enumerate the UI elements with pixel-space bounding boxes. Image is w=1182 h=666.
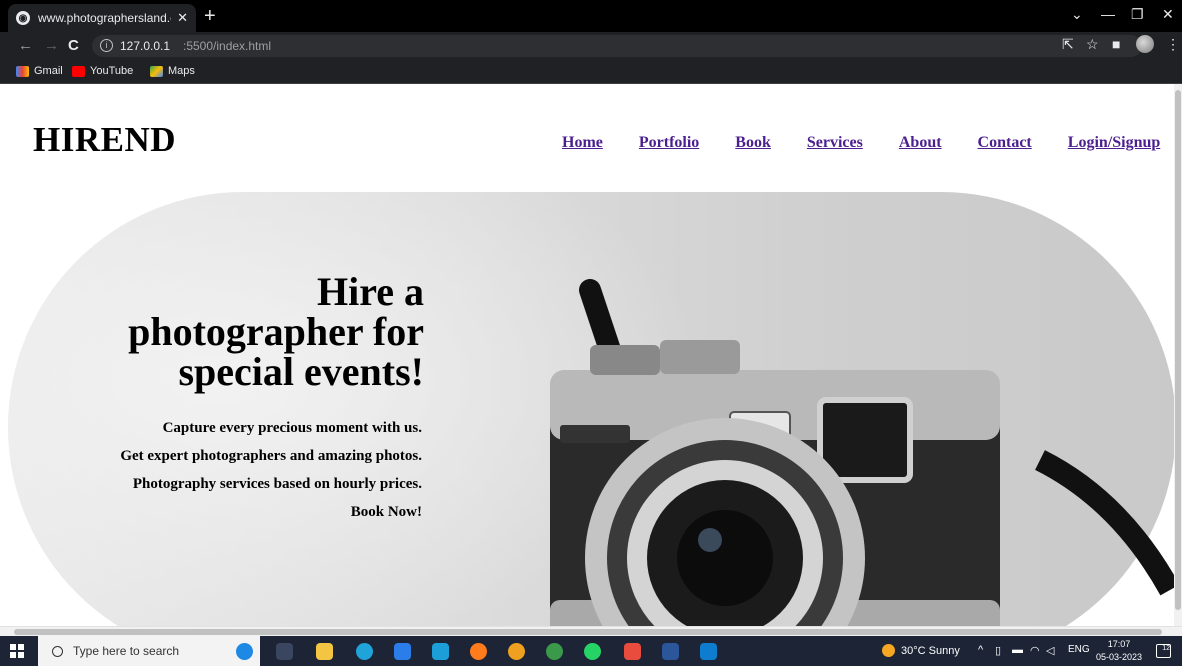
exposure-dial [660, 340, 740, 374]
info-icon[interactable]: i [100, 39, 113, 52]
vscode-icon[interactable] [700, 643, 717, 660]
url-host: 127.0.0.1 [120, 39, 171, 53]
tab-strip: ◉ www.photographersland.com ✕ + ⌄ — ❐ ✕ [0, 0, 1182, 32]
nav-login-signup[interactable]: Login/Signup [1068, 134, 1161, 152]
store-icon[interactable] [394, 643, 411, 660]
side-panel-icon[interactable]: ■ [1112, 36, 1120, 52]
battery-icon[interactable]: ▬ [1012, 644, 1023, 656]
maps-icon [150, 65, 163, 77]
word-icon[interactable] [662, 643, 679, 660]
address-bar[interactable]: i 127.0.0.1 :5500/index.html [92, 35, 1142, 57]
nav-home[interactable]: Home [562, 134, 603, 152]
youtube-icon [72, 65, 85, 77]
hero-headline: Hire a photographer for special events! [128, 269, 424, 394]
weather-widget[interactable]: 30°C Sunny [882, 644, 960, 657]
wifi-icon[interactable]: ◠ [1030, 644, 1040, 657]
url-path: :5500/index.html [183, 39, 272, 53]
horizontal-scrollbar[interactable] [0, 626, 1182, 636]
bookmark-youtube[interactable]: YouTube [72, 65, 133, 77]
viewfinder [817, 397, 913, 483]
bookmarks-bar: Gmail YouTube Maps [0, 60, 1182, 84]
nav-about[interactable]: About [899, 134, 942, 152]
hero-subtext: Capture every precious moment with us. G… [42, 414, 422, 526]
share-icon[interactable]: ⇱ [1062, 36, 1074, 53]
restore-icon[interactable]: ❐ [1131, 6, 1144, 23]
back-icon[interactable]: ← [18, 37, 33, 55]
browser-toolbar: ← → C i 127.0.0.1 :5500/index.html [0, 32, 1182, 60]
bookmark-maps[interactable]: Maps [150, 65, 195, 77]
lens-glass [677, 510, 773, 606]
taskbar-clock[interactable]: 17:07 05-03-2023 [1096, 638, 1142, 664]
profile-avatar[interactable] [1136, 35, 1154, 53]
nav-services[interactable]: Services [807, 134, 863, 152]
vertical-scrollbar[interactable] [1174, 84, 1182, 626]
nav-portfolio[interactable]: Portfolio [639, 134, 699, 152]
strap-lug [560, 425, 630, 443]
page-viewport: HIREND Home Portfolio Book Services Abou… [0, 84, 1174, 626]
lens-reflection [698, 528, 722, 552]
minimize-icon[interactable]: — [1101, 6, 1115, 22]
firefox-icon[interactable] [470, 643, 487, 660]
reload-icon[interactable]: C [68, 37, 79, 55]
task-view-icon[interactable] [276, 643, 293, 660]
new-tab-button[interactable]: + [204, 6, 216, 26]
chrome-canary-icon[interactable] [508, 643, 525, 660]
book-now-link[interactable]: Book Now! [42, 498, 422, 526]
shutter-dial [590, 345, 660, 375]
tray-chevron-icon[interactable]: ^ [978, 644, 983, 656]
sun-icon [882, 644, 895, 657]
nav-contact[interactable]: Contact [978, 134, 1032, 152]
star-icon[interactable]: ☆ [1086, 36, 1099, 53]
notification-icon[interactable]: 12 [1156, 644, 1171, 658]
tab-title: www.photographersland.com [38, 11, 171, 25]
menu-icon[interactable]: ⋮ [1166, 36, 1180, 53]
mail-icon[interactable] [432, 643, 449, 660]
browser-tab[interactable]: ◉ www.photographersland.com ✕ [8, 4, 196, 32]
main-nav: Home Portfolio Book Services About Conta… [562, 134, 1160, 152]
gmail-icon [16, 65, 29, 77]
camera-strap-right [1035, 450, 1174, 596]
language-indicator[interactable]: ENG [1068, 644, 1090, 655]
window-close-icon[interactable]: ✕ [1162, 6, 1174, 23]
chrome-icon[interactable] [546, 643, 563, 660]
bing-icon[interactable] [236, 643, 253, 660]
taskbar: Type here to search 30°C Sunny ^ ▯ ▬ ◠ ◁… [0, 636, 1182, 666]
bookmark-gmail[interactable]: Gmail [16, 65, 63, 77]
figma-icon[interactable] [624, 643, 641, 660]
camera-image [550, 279, 1174, 626]
whatsapp-icon[interactable] [584, 643, 601, 660]
nav-book[interactable]: Book [735, 134, 771, 152]
forward-icon[interactable]: → [44, 37, 59, 55]
site-logo[interactable]: HIREND [33, 120, 176, 160]
search-icon [52, 645, 63, 657]
close-icon[interactable]: ✕ [177, 10, 188, 26]
file-explorer-icon[interactable] [316, 643, 333, 660]
volume-icon[interactable]: ◁ [1046, 644, 1054, 657]
windows-start-icon[interactable] [10, 644, 24, 658]
tray-device-icon[interactable]: ▯ [995, 644, 1001, 657]
edge-icon[interactable] [356, 643, 373, 660]
taskbar-search[interactable]: Type here to search [38, 636, 260, 666]
globe-icon: ◉ [16, 11, 30, 25]
tab-search-icon[interactable]: ⌄ [1071, 6, 1083, 23]
